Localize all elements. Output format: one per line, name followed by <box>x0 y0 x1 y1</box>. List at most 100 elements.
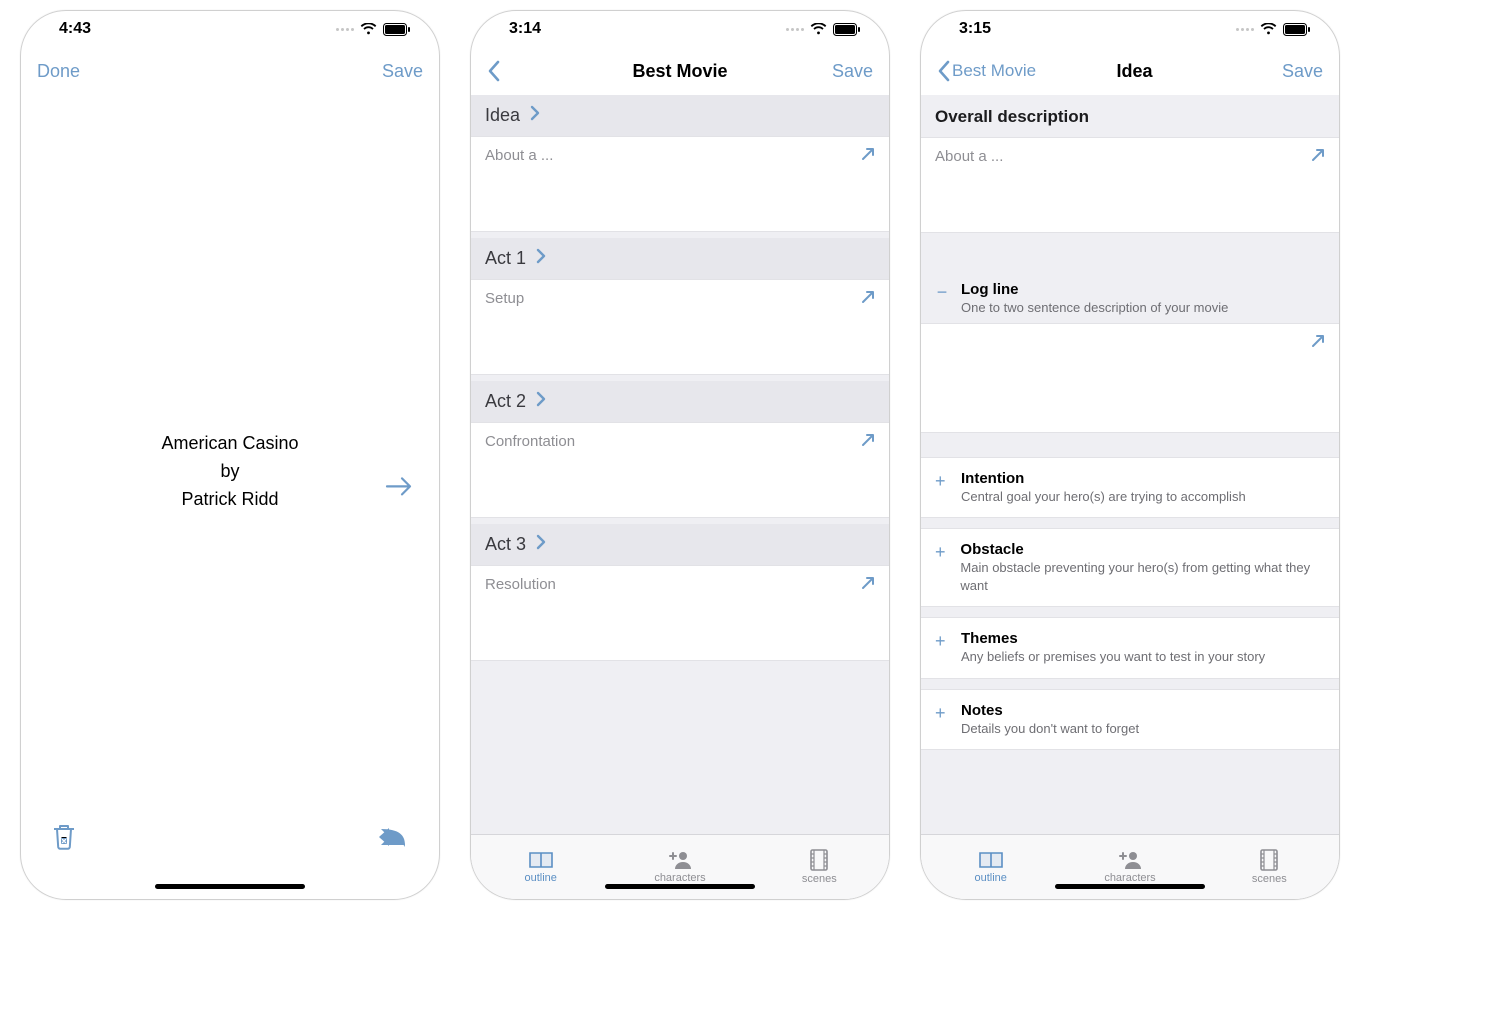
section-textarea-act2[interactable]: Confrontation <box>471 422 889 518</box>
logline-textarea[interactable] <box>921 323 1339 433</box>
section-header-act3[interactable]: Act 3 <box>471 524 889 565</box>
home-indicator <box>605 884 755 889</box>
status-indicators <box>1236 23 1311 36</box>
expand-icon[interactable] <box>859 288 877 311</box>
cellular-icon <box>1236 28 1254 31</box>
logline-header[interactable]: − Log line One to two sentence descripti… <box>921 269 1339 321</box>
wifi-icon <box>810 23 827 35</box>
section-textarea-act3[interactable]: Resolution <box>471 565 889 661</box>
placeholder-text: About a ... <box>485 147 553 164</box>
row-title: Intention <box>961 470 1246 487</box>
done-button[interactable]: Done <box>37 61 80 82</box>
nav-title: Idea <box>1036 61 1233 82</box>
expand-icon[interactable] <box>859 431 877 454</box>
overall-description-textarea[interactable]: About a ... <box>921 137 1339 233</box>
row-intention[interactable]: + Intention Central goal your hero(s) ar… <box>921 457 1339 519</box>
battery-icon <box>833 23 861 36</box>
by-label: by <box>21 458 439 486</box>
save-button[interactable]: Save <box>832 61 873 82</box>
tab-label: scenes <box>1252 873 1287 885</box>
screen-outline: 3:14 Best Movie Save Idea About a ... <box>470 10 890 900</box>
tab-bar: outline characters scenes <box>471 834 889 899</box>
tab-label: outline <box>974 872 1006 884</box>
section-textarea-idea[interactable]: About a ... <box>471 136 889 232</box>
script-title: American Casino <box>21 430 439 458</box>
navbar: Done Save <box>21 47 439 95</box>
logline-title: Log line <box>961 281 1228 298</box>
chevron-right-icon <box>530 105 540 126</box>
navbar: Best Movie Idea Save <box>921 47 1339 95</box>
row-obstacle[interactable]: + Obstacle Main obstacle preventing your… <box>921 528 1339 607</box>
section-label: Act 3 <box>485 534 526 555</box>
expand-plus-icon[interactable]: + <box>935 632 949 650</box>
expand-icon[interactable] <box>1309 332 1327 355</box>
expand-plus-icon[interactable]: + <box>935 472 949 490</box>
expand-plus-icon[interactable]: + <box>935 704 949 722</box>
back-button[interactable]: Best Movie <box>937 60 1036 82</box>
tab-label: characters <box>654 872 705 884</box>
tab-characters[interactable]: characters <box>1060 835 1199 899</box>
wifi-icon <box>360 23 377 35</box>
tab-label: outline <box>524 872 556 884</box>
row-desc: Any beliefs or premises you want to test… <box>961 648 1265 666</box>
expand-plus-icon[interactable]: + <box>935 543 948 561</box>
row-themes[interactable]: + Themes Any beliefs or premises you wan… <box>921 617 1339 679</box>
nav-title: Best Movie <box>577 61 783 82</box>
status-time: 3:14 <box>509 20 541 38</box>
row-desc: Central goal your hero(s) are trying to … <box>961 488 1246 506</box>
placeholder-text: Confrontation <box>485 433 575 450</box>
wifi-icon <box>1260 23 1277 35</box>
overall-description-label: Overall description <box>921 95 1339 137</box>
title-card[interactable]: American Casino by Patrick Ridd <box>21 430 439 514</box>
status-bar: 3:15 <box>921 11 1339 47</box>
status-bar: 4:43 <box>21 11 439 47</box>
tab-scenes[interactable]: scenes <box>1200 835 1339 899</box>
tab-label: scenes <box>802 873 837 885</box>
expand-icon[interactable] <box>859 574 877 597</box>
home-indicator <box>1055 884 1205 889</box>
save-button[interactable]: Save <box>1282 61 1323 82</box>
forward-arrow-button[interactable] <box>385 475 413 502</box>
trash-button[interactable] <box>51 822 77 857</box>
tab-outline[interactable]: outline <box>921 835 1060 899</box>
expand-icon[interactable] <box>859 145 877 168</box>
outline-body: Idea About a ... Act 1 Setup Act 2 <box>471 95 889 899</box>
battery-icon <box>383 23 411 36</box>
navbar: Best Movie Save <box>471 47 889 95</box>
row-desc: Details you don't want to forget <box>961 720 1139 738</box>
row-title: Themes <box>961 630 1265 647</box>
cellular-icon <box>786 28 804 31</box>
share-reply-button[interactable] <box>375 824 409 855</box>
section-label: Act 1 <box>485 248 526 269</box>
back-label: Best Movie <box>952 61 1036 81</box>
tab-outline[interactable]: outline <box>471 835 610 899</box>
expand-icon[interactable] <box>1309 146 1327 169</box>
collapse-icon[interactable]: − <box>935 283 949 301</box>
row-title: Obstacle <box>960 541 1325 558</box>
section-label: Idea <box>485 105 520 126</box>
placeholder-text: About a ... <box>935 148 1003 165</box>
section-header-act1[interactable]: Act 1 <box>471 238 889 279</box>
outline-scroll[interactable]: Idea About a ... Act 1 Setup Act 2 <box>471 95 889 834</box>
row-notes[interactable]: + Notes Details you don't want to forget <box>921 689 1339 751</box>
section-label: Act 2 <box>485 391 526 412</box>
section-header-idea[interactable]: Idea <box>471 95 889 136</box>
status-time: 4:43 <box>59 20 91 38</box>
section-textarea-act1[interactable]: Setup <box>471 279 889 375</box>
status-time: 3:15 <box>959 20 991 38</box>
tab-characters[interactable]: characters <box>610 835 749 899</box>
status-indicators <box>786 23 861 36</box>
idea-scroll[interactable]: Overall description About a ... − Log li… <box>921 95 1339 834</box>
section-header-act2[interactable]: Act 2 <box>471 381 889 422</box>
tab-label: characters <box>1104 872 1155 884</box>
chevron-right-icon <box>536 534 546 555</box>
tab-bar: outline characters scenes <box>921 834 1339 899</box>
back-button[interactable] <box>487 60 501 82</box>
chevron-right-icon <box>536 391 546 412</box>
cellular-icon <box>336 28 354 31</box>
logline-desc: One to two sentence description of your … <box>961 299 1228 317</box>
tab-scenes[interactable]: scenes <box>750 835 889 899</box>
save-button[interactable]: Save <box>382 61 423 82</box>
screen-title-page: 4:43 Done Save American Casino by Patric… <box>20 10 440 900</box>
placeholder-text: Setup <box>485 290 524 307</box>
